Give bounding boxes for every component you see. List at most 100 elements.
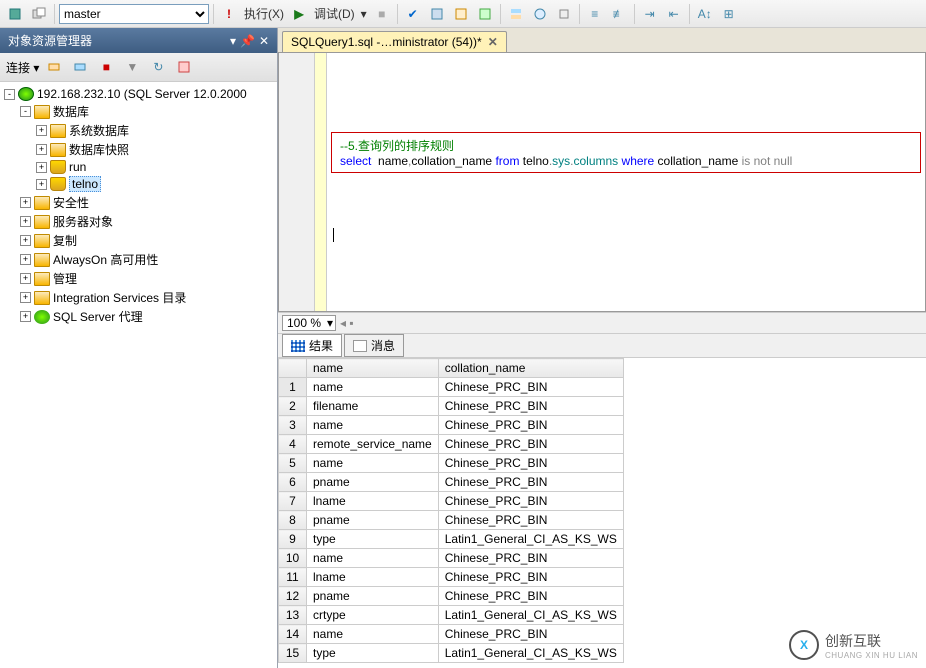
col-header-name[interactable]: name	[307, 359, 439, 378]
cell-name[interactable]: remote_service_name	[307, 435, 439, 454]
connect-button[interactable]: 连接 ▾	[6, 59, 39, 76]
table-row[interactable]: 14nameChinese_PRC_BIN	[279, 625, 624, 644]
tree-toggle[interactable]: +	[36, 162, 47, 173]
table-row[interactable]: 3nameChinese_PRC_BIN	[279, 416, 624, 435]
stop-icon[interactable]: ■	[371, 3, 393, 25]
row-number[interactable]: 1	[279, 378, 307, 397]
cell-name[interactable]: name	[307, 625, 439, 644]
server-node[interactable]: 192.168.232.10 (SQL Server 12.0.2000	[37, 87, 247, 101]
table-row[interactable]: 12pnameChinese_PRC_BIN	[279, 587, 624, 606]
splitter-handle[interactable]: ◂ ▪	[340, 316, 354, 330]
tree-toggle[interactable]: +	[36, 144, 47, 155]
table-row[interactable]: 7lnameChinese_PRC_BIN	[279, 492, 624, 511]
row-number[interactable]: 6	[279, 473, 307, 492]
cell-collation[interactable]: Chinese_PRC_BIN	[438, 568, 623, 587]
telno-db-node[interactable]: telno	[69, 176, 101, 192]
tool-icon-g[interactable]: A↕	[694, 3, 716, 25]
run-db-node[interactable]: run	[69, 160, 86, 174]
indent-icon[interactable]: ⇥	[639, 3, 661, 25]
row-number[interactable]: 13	[279, 606, 307, 625]
cell-collation[interactable]: Chinese_PRC_BIN	[438, 473, 623, 492]
tool-icon-d[interactable]	[505, 3, 527, 25]
tab-close-icon[interactable]: ✕	[488, 35, 498, 49]
row-number[interactable]: 7	[279, 492, 307, 511]
uncomment-icon[interactable]: ≢	[608, 3, 630, 25]
row-number[interactable]: 12	[279, 587, 307, 606]
cell-collation[interactable]: Chinese_PRC_BIN	[438, 416, 623, 435]
database-selector[interactable]: master	[59, 4, 209, 24]
row-number[interactable]: 3	[279, 416, 307, 435]
cell-collation[interactable]: Chinese_PRC_BIN	[438, 625, 623, 644]
cell-collation[interactable]: Latin1_General_CI_AS_KS_WS	[438, 644, 623, 663]
tree-toggle[interactable]: +	[20, 292, 31, 303]
cell-collation[interactable]: Chinese_PRC_BIN	[438, 549, 623, 568]
row-number[interactable]: 14	[279, 625, 307, 644]
debug-dropdown[interactable]: ▾	[359, 7, 369, 21]
databases-node[interactable]: 数据库	[53, 103, 89, 120]
cell-name[interactable]: type	[307, 530, 439, 549]
panel-pin-icon[interactable]: 📌	[240, 34, 255, 48]
cell-collation[interactable]: Chinese_PRC_BIN	[438, 397, 623, 416]
tool-icon-b[interactable]	[450, 3, 472, 25]
cell-collation[interactable]: Chinese_PRC_BIN	[438, 435, 623, 454]
cell-name[interactable]: type	[307, 644, 439, 663]
row-number[interactable]: 10	[279, 549, 307, 568]
cell-collation[interactable]: Chinese_PRC_BIN	[438, 492, 623, 511]
tree-toggle[interactable]: +	[36, 125, 47, 136]
zoom-selector[interactable]: 100 % ▾	[282, 315, 336, 331]
replication-node[interactable]: 复制	[53, 232, 77, 249]
debug-button[interactable]: 调试(D)	[312, 5, 357, 22]
table-row[interactable]: 13crtypeLatin1_General_CI_AS_KS_WS	[279, 606, 624, 625]
sql-tab[interactable]: SQLQuery1.sql -…ministrator (54))* ✕	[282, 31, 507, 52]
alwayson-node[interactable]: AlwaysOn 高可用性	[53, 251, 158, 268]
sysdb-node[interactable]: 系统数据库	[69, 122, 129, 139]
tool-icon-a[interactable]	[426, 3, 448, 25]
code-area[interactable]: --5.查询列的排序规则 select name,collation_name …	[327, 53, 925, 311]
tree-toggle[interactable]: +	[20, 254, 31, 265]
row-number[interactable]: 11	[279, 568, 307, 587]
table-row[interactable]: 2filenameChinese_PRC_BIN	[279, 397, 624, 416]
stop-icon-2[interactable]: ■	[95, 56, 117, 78]
toolbar-icon-2[interactable]	[28, 3, 50, 25]
cell-collation[interactable]: Chinese_PRC_BIN	[438, 587, 623, 606]
cell-name[interactable]: name	[307, 378, 439, 397]
table-row[interactable]: 5nameChinese_PRC_BIN	[279, 454, 624, 473]
refresh-icon[interactable]: ↻	[147, 56, 169, 78]
table-row[interactable]: 11lnameChinese_PRC_BIN	[279, 568, 624, 587]
object-tree[interactable]: -192.168.232.10 (SQL Server 12.0.2000 -数…	[0, 82, 277, 668]
table-row[interactable]: 8pnameChinese_PRC_BIN	[279, 511, 624, 530]
outdent-icon[interactable]: ⇤	[663, 3, 685, 25]
tool-icon-h[interactable]: ⊞	[718, 3, 740, 25]
panel-dropdown-icon[interactable]: ▾	[230, 34, 236, 48]
tree-toggle[interactable]: +	[20, 273, 31, 284]
messages-tab[interactable]: 消息	[344, 334, 404, 357]
table-row[interactable]: 1nameChinese_PRC_BIN	[279, 378, 624, 397]
comment-icon[interactable]: ≡	[584, 3, 606, 25]
row-number[interactable]: 2	[279, 397, 307, 416]
cell-collation[interactable]: Chinese_PRC_BIN	[438, 511, 623, 530]
table-row[interactable]: 9typeLatin1_General_CI_AS_KS_WS	[279, 530, 624, 549]
check-icon[interactable]: ✔	[402, 3, 424, 25]
connect-icon[interactable]	[69, 56, 91, 78]
toolbar-icon-1[interactable]	[4, 3, 26, 25]
panel-close-icon[interactable]: ✕	[259, 34, 269, 48]
tree-toggle[interactable]: -	[4, 89, 15, 100]
results-tab[interactable]: 结果	[282, 334, 342, 357]
cell-name[interactable]: name	[307, 454, 439, 473]
row-number[interactable]: 9	[279, 530, 307, 549]
tree-toggle[interactable]: +	[36, 179, 47, 190]
cell-name[interactable]: name	[307, 416, 439, 435]
tool-icon-f[interactable]	[553, 3, 575, 25]
tool-icon-e[interactable]	[529, 3, 551, 25]
row-number[interactable]: 15	[279, 644, 307, 663]
row-number[interactable]: 4	[279, 435, 307, 454]
exclaim-icon[interactable]: !	[218, 3, 240, 25]
row-number[interactable]: 5	[279, 454, 307, 473]
serverobj-node[interactable]: 服务器对象	[53, 213, 113, 230]
execute-button[interactable]: 执行(X)	[242, 5, 286, 22]
cell-name[interactable]: crtype	[307, 606, 439, 625]
col-header-collation[interactable]: collation_name	[438, 359, 623, 378]
tree-toggle[interactable]: -	[20, 106, 31, 117]
security-node[interactable]: 安全性	[53, 194, 89, 211]
table-row[interactable]: 4remote_service_nameChinese_PRC_BIN	[279, 435, 624, 454]
